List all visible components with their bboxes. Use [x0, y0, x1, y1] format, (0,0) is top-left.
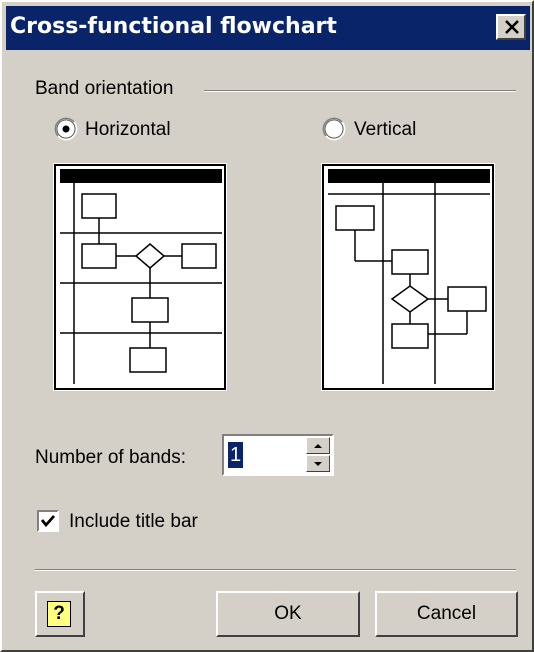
- window-title: Cross-functional flowchart: [10, 14, 337, 39]
- help-icon: ?: [47, 601, 71, 627]
- spin-down-icon: [314, 462, 322, 466]
- close-icon: [505, 20, 519, 34]
- cancel-button[interactable]: Cancel: [375, 591, 518, 637]
- cancel-button-label: Cancel: [416, 603, 477, 624]
- spin-down-button[interactable]: [306, 455, 330, 472]
- vertical-flowchart-illustration: [328, 169, 490, 384]
- horizontal-flowchart-illustration: [60, 169, 222, 384]
- number-of-bands-label: Number of bands:: [35, 447, 187, 468]
- band-orientation-label: Band orientation: [35, 78, 174, 99]
- horizontal-preview-image[interactable]: [53, 163, 227, 391]
- radio-empty-icon: [322, 117, 346, 141]
- number-of-bands-input[interactable]: 1: [228, 442, 244, 468]
- spin-up-button[interactable]: [306, 437, 330, 454]
- include-title-bar-checkbox[interactable]: [37, 510, 59, 532]
- radio-vertical[interactable]: [322, 117, 346, 141]
- dialog-window: Cross-functional flowchart Band orientat…: [0, 0, 534, 652]
- help-glyph: ?: [53, 603, 65, 624]
- include-title-bar-label[interactable]: Include title bar: [69, 511, 198, 533]
- spin-up-icon: [314, 444, 322, 448]
- ok-button-label: OK: [274, 603, 302, 624]
- ok-button[interactable]: OK: [216, 591, 360, 637]
- title-bar: Cross-functional flowchart: [6, 6, 530, 50]
- number-of-bands-spinner[interactable]: 1: [222, 434, 334, 476]
- checkmark-icon: [40, 515, 56, 528]
- close-button[interactable]: [496, 14, 526, 40]
- help-button[interactable]: ?: [35, 591, 85, 637]
- radio-vertical-label[interactable]: Vertical: [354, 119, 416, 141]
- vertical-preview-image[interactable]: [321, 163, 495, 391]
- radio-selected-icon: [54, 117, 78, 141]
- radio-horizontal-label[interactable]: Horizontal: [85, 119, 171, 141]
- radio-horizontal[interactable]: [54, 117, 78, 141]
